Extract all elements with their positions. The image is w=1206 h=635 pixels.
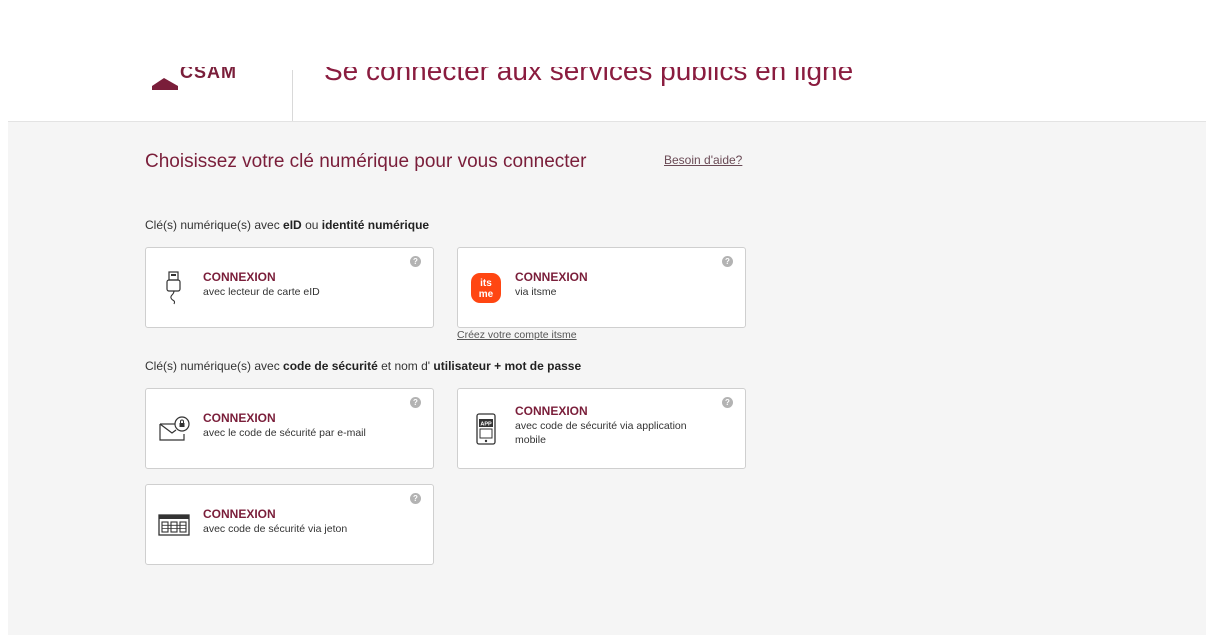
svg-text:APP: APP: [480, 422, 492, 428]
card-subtitle: avec le code de sécurité par e-mail: [203, 427, 366, 439]
connexion-mobile-app-card[interactable]: APP CONNEXION avec code de sécurité via …: [457, 388, 746, 469]
connexion-token-card[interactable]: CONNEXION avec code de sécurité via jeto…: [145, 484, 434, 565]
help-icon[interactable]: ?: [410, 256, 421, 267]
svg-text:me: me: [479, 289, 494, 300]
create-itsme-account-link[interactable]: Créez votre compte itsme: [457, 329, 577, 341]
header-divider: [292, 70, 293, 121]
help-icon[interactable]: ?: [722, 397, 733, 408]
card-reader-icon: [158, 270, 190, 306]
help-link[interactable]: Besoin d'aide?: [664, 153, 742, 167]
card-title: CONNEXION: [203, 411, 276, 425]
svg-text:its: its: [480, 278, 492, 289]
card-subtitle: avec code de sécurité via application mo…: [515, 420, 687, 446]
itsme-logo-icon: its me: [470, 270, 502, 306]
card-subtitle: avec code de sécurité via jeton: [203, 523, 348, 535]
card-subtitle: avec lecteur de carte eID: [203, 286, 320, 298]
header-scroll-mask: [0, 0, 1206, 67]
header: CSAM Se connecter aux services publics e…: [0, 0, 1206, 121]
connexion-eid-card[interactable]: CONNEXION avec lecteur de carte eID ?: [145, 247, 434, 328]
email-lock-icon: [158, 411, 190, 447]
section-label-eid: Clé(s) numérique(s) avec eID ou identité…: [145, 218, 430, 232]
connexion-itsme-card[interactable]: its me CONNEXION via itsme ?: [457, 247, 746, 328]
token-icon: [158, 507, 190, 543]
help-icon[interactable]: ?: [410, 493, 421, 504]
help-icon[interactable]: ?: [722, 256, 733, 267]
card-title: CONNEXION: [203, 270, 276, 284]
section-label-security-code: Clé(s) numérique(s) avec code de sécurit…: [145, 359, 582, 373]
login-panel: Choisissez votre clé numérique pour vous…: [8, 121, 1206, 635]
page-title: Choisissez votre clé numérique pour vous…: [145, 151, 587, 172]
mobile-app-icon: APP: [470, 411, 502, 447]
help-icon[interactable]: ?: [410, 397, 421, 408]
connexion-email-card[interactable]: CONNEXION avec le code de sécurité par e…: [145, 388, 434, 469]
card-title: CONNEXION: [515, 404, 588, 418]
card-title: CONNEXION: [203, 507, 276, 521]
card-subtitle: via itsme: [515, 286, 557, 298]
card-title: CONNEXION: [515, 270, 588, 284]
